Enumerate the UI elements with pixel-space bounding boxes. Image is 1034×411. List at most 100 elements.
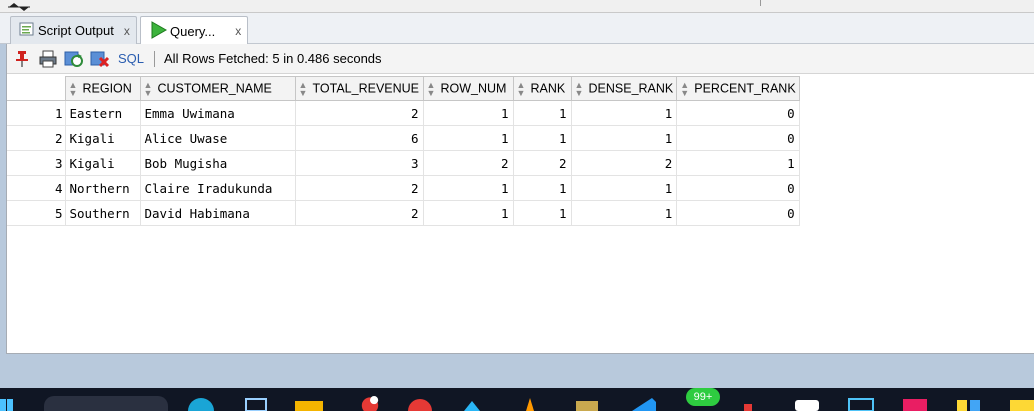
cell-percent-rank[interactable]: 0 — [676, 175, 800, 201]
tab-label: Query... — [170, 23, 216, 39]
column-header-label: RANK — [530, 80, 566, 95]
table-row[interactable]: 4 Northern Claire Iradukunda 2 1 1 1 0 — [7, 175, 800, 201]
table-row[interactable]: 5 Southern David Habimana 2 1 1 1 0 — [7, 200, 800, 226]
start-menu-icon[interactable] — [0, 396, 14, 411]
cell-percent-rank[interactable]: 1 — [676, 150, 800, 176]
notification-badge[interactable]: 99+ — [686, 388, 720, 406]
app-icon-cyan[interactable] — [462, 396, 482, 411]
cell-total-revenue[interactable]: 2 — [294, 100, 424, 126]
sort-icon: ▲ ▼ — [516, 79, 526, 98]
grid-header-row: ▲ ▼ REGION ▲ ▼ CUSTOMER_NAME ▲ ▼ TOTAL_REVENUE… — [7, 76, 800, 101]
table-row[interactable]: 1 Eastern Emma Uwimana 2 1 1 1 0 — [7, 100, 800, 126]
cell-percent-rank[interactable]: 0 — [676, 200, 800, 226]
app-icon-red[interactable] — [405, 396, 435, 411]
close-tab-icon[interactable]: x — [124, 24, 130, 38]
column-header[interactable]: ▲ ▼ RANK — [512, 76, 572, 101]
divider — [760, 0, 761, 6]
column-header[interactable]: ▲ ▼ PERCENT_RANK — [676, 76, 800, 101]
cell-rank[interactable]: 1 — [512, 200, 572, 226]
cell-percent-rank[interactable]: 0 — [676, 100, 800, 126]
app-icon-edge[interactable] — [1008, 396, 1034, 411]
cell-dense-rank[interactable]: 1 — [570, 100, 678, 126]
sort-icon: ▲ ▼ — [298, 79, 308, 98]
terminal-icon[interactable] — [846, 396, 876, 411]
sort-icon: ▲ ▼ — [680, 79, 690, 98]
column-header-label: TOTAL_REVENUE — [312, 80, 420, 95]
cell-customer-name[interactable]: Emma Uwimana — [139, 100, 296, 126]
column-header[interactable]: ▲ ▼ CUSTOMER_NAME — [139, 76, 296, 101]
cell-total-revenue[interactable]: 3 — [294, 150, 424, 176]
collapse-panel-icon[interactable] — [6, 1, 32, 11]
column-header-label: PERCENT_RANK — [694, 80, 796, 95]
cancel-query-icon[interactable] — [90, 49, 110, 69]
run-query-icon — [149, 20, 168, 42]
column-header[interactable]: ▲ ▼ REGION — [64, 76, 141, 101]
sql-link[interactable]: SQL — [118, 51, 144, 66]
print-icon[interactable] — [38, 49, 58, 69]
column-header[interactable]: ▲ ▼ ROW_NUM — [422, 76, 514, 101]
app-icon-pink[interactable] — [900, 396, 930, 411]
cell-dense-rank[interactable]: 2 — [570, 150, 678, 176]
cell-region[interactable]: Eastern — [64, 100, 141, 126]
cell-customer-name[interactable]: David Habimana — [139, 200, 296, 226]
cell-total-revenue[interactable]: 6 — [294, 125, 424, 151]
query-result-panel: SQL All Rows Fetched: 5 in 0.486 seconds… — [6, 44, 1034, 354]
column-header-label: REGION — [82, 80, 132, 95]
vscode-icon[interactable] — [626, 396, 660, 411]
cell-region[interactable]: Northern — [64, 175, 141, 201]
table-row[interactable]: 2 Kigali Alice Uwase 6 1 1 1 0 — [7, 125, 800, 151]
app-icon-orange[interactable] — [520, 396, 540, 411]
edge-icon[interactable] — [186, 396, 216, 411]
cell-customer-name[interactable]: Bob Mugisha — [139, 150, 296, 176]
file-explorer-icon[interactable] — [294, 396, 324, 411]
sort-icon: ▲ ▼ — [426, 79, 436, 98]
script-output-icon — [19, 22, 35, 40]
row-number: 3 — [7, 150, 66, 176]
cell-region[interactable]: Southern — [64, 200, 141, 226]
cell-total-revenue[interactable]: 2 — [294, 200, 424, 226]
row-number: 4 — [7, 175, 66, 201]
cell-region[interactable]: Kigali — [64, 150, 141, 176]
tab-bar: Script Output x Query... x — [0, 13, 1034, 45]
row-number: 5 — [7, 200, 66, 226]
cell-customer-name[interactable]: Claire Iradukunda — [139, 175, 296, 201]
cell-row-num[interactable]: 1 — [422, 200, 514, 226]
cell-row-num[interactable]: 1 — [422, 100, 514, 126]
os-taskbar: 99+ — [0, 388, 1034, 411]
cell-total-revenue[interactable]: 2 — [294, 175, 424, 201]
cell-dense-rank[interactable]: 1 — [570, 175, 678, 201]
cell-row-num[interactable]: 1 — [422, 175, 514, 201]
cell-dense-rank[interactable]: 1 — [570, 200, 678, 226]
column-header-label: ROW_NUM — [440, 80, 507, 95]
refresh-query-icon[interactable] — [64, 49, 84, 69]
cell-row-num[interactable]: 2 — [422, 150, 514, 176]
column-header[interactable]: ▲ ▼ TOTAL_REVENUE — [294, 76, 424, 101]
tab-script-output[interactable]: Script Output x — [10, 16, 137, 44]
cell-region[interactable]: Kigali — [64, 125, 141, 151]
table-row[interactable]: 3 Kigali Bob Mugisha 3 2 2 2 1 — [7, 150, 800, 176]
cell-rank[interactable]: 1 — [512, 125, 572, 151]
sort-icon: ▲ ▼ — [68, 79, 78, 98]
cell-customer-name[interactable]: Alice Uwase — [139, 125, 296, 151]
column-header[interactable]: ▲ ▼ DENSE_RANK — [570, 76, 678, 101]
column-header-label: DENSE_RANK — [588, 80, 674, 95]
tab-query-result[interactable]: Query... x — [140, 16, 249, 45]
app-icon-yellow[interactable] — [954, 396, 984, 411]
pin-icon[interactable] — [12, 49, 32, 69]
result-toolbar: SQL All Rows Fetched: 5 in 0.486 seconds — [7, 44, 1034, 74]
sort-icon: ▲ ▼ — [143, 79, 153, 98]
cell-dense-rank[interactable]: 1 — [570, 125, 678, 151]
app-icon-white[interactable] — [792, 396, 822, 411]
taskbar-search-box[interactable] — [44, 396, 168, 411]
avatar-app-icon[interactable] — [352, 396, 388, 411]
cell-rank[interactable]: 1 — [512, 100, 572, 126]
task-view-icon[interactable] — [243, 396, 269, 411]
app-icon-stack[interactable] — [572, 396, 602, 411]
close-tab-icon[interactable]: x — [235, 24, 241, 38]
top-strip — [0, 0, 1034, 13]
cell-rank[interactable]: 2 — [512, 150, 572, 176]
cell-percent-rank[interactable]: 0 — [676, 125, 800, 151]
app-icon-red-small[interactable] — [738, 396, 758, 411]
cell-row-num[interactable]: 1 — [422, 125, 514, 151]
cell-rank[interactable]: 1 — [512, 175, 572, 201]
